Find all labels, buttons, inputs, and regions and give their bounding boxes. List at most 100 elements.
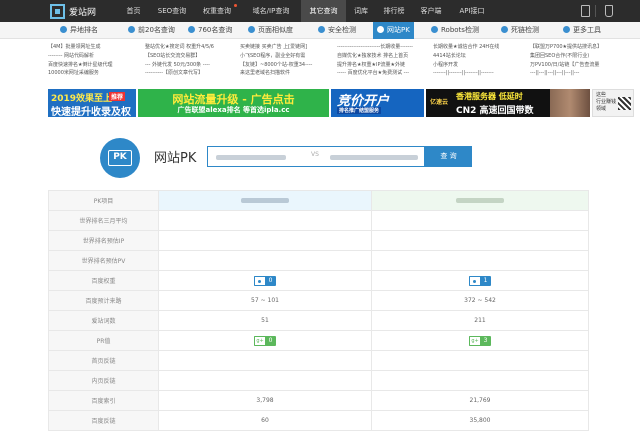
- row-label: 首页反链: [48, 350, 159, 371]
- banner-qr-ad[interactable]: 这些 行业赚钱 领域: [592, 89, 634, 117]
- mobile-icon[interactable]: [581, 5, 590, 17]
- brand-name: 爱站网: [69, 7, 97, 18]
- ad-link-column: 买卖链接 买卖广告 上[爱链网] 小飞SEO程序，副业全好有需 【友链】~8000个…: [240, 43, 312, 78]
- row-label: 内页反链: [48, 370, 159, 391]
- row-label: 百度预计来路: [48, 290, 159, 311]
- site-b-value: 372 ~ 542: [371, 290, 589, 311]
- site-a-input[interactable]: [216, 155, 286, 160]
- banner-brand: 亿速云: [430, 99, 449, 106]
- site-a-value: [158, 370, 372, 391]
- ad-link[interactable]: 4414站长论坛: [433, 52, 499, 61]
- ad-link-column: 整站优化★搜定词 权重升4/5/6 【SEO站长交流交易群】 --- 外链代发 50…: [145, 43, 214, 78]
- nav-item[interactable]: 客户端: [412, 0, 450, 22]
- ad-link[interactable]: 来这里老域名扫描软件: [240, 69, 312, 78]
- tool-nav-item[interactable]: 页面相似度: [248, 22, 293, 39]
- nav-item[interactable]: 排行榜: [376, 0, 412, 22]
- ad-link[interactable]: ----------【原创文章代写】: [145, 69, 214, 78]
- table-row: 首页反链: [48, 350, 589, 371]
- tool-nav-label: 网站PK: [387, 26, 410, 34]
- nav-item[interactable]: 其它查询: [301, 0, 346, 22]
- new-dot-icon: [234, 4, 237, 7]
- ad-link[interactable]: 提升排名★权重★IP流量★外链: [337, 61, 413, 70]
- tool-nav-item[interactable]: 760名查询: [188, 22, 232, 39]
- tool-nav-label: Robots检测: [441, 26, 479, 34]
- ad-link[interactable]: 小程序开发: [433, 61, 499, 70]
- pk-input-box[interactable]: VS: [207, 146, 425, 167]
- site-b-value: g+ 3: [371, 330, 589, 351]
- table-header-row: PK项目: [48, 190, 589, 211]
- tool-nav-item[interactable]: 更多工具: [563, 22, 601, 39]
- pr-badge[interactable]: g+ 0: [254, 335, 276, 346]
- logo-icon: [50, 3, 65, 19]
- banner-seo-promo[interactable]: 2019效果至上 推荐 快速提升收录及权重: [48, 89, 136, 117]
- ad-link[interactable]: -------||-------||-------||-------: [433, 69, 499, 78]
- main-nav: 首页 SEO查询 权重查询 域名/IP查询 其它查询 词库 排行榜 客户端 API接口: [116, 0, 494, 22]
- vs-label: VS: [311, 151, 319, 158]
- site-b-value: [371, 210, 589, 231]
- baidu-weight-badge[interactable]: 0: [254, 275, 276, 286]
- tool-nav-item[interactable]: 网站PK: [373, 22, 414, 39]
- ad-link[interactable]: 【联盟万P700★提供站搜讯息】: [530, 43, 602, 52]
- nav-item[interactable]: 权重查询: [193, 0, 241, 22]
- banner-bidding-ad[interactable]: 竞价开户 排名推广结盟服务: [331, 89, 424, 117]
- banner-traffic-ad[interactable]: 网站流量升级 - 广告点击 广告联盟alexa排名 等首选ipla.cc: [138, 89, 329, 117]
- tool-nav-item[interactable]: 安全检测: [318, 22, 356, 39]
- ad-link[interactable]: 百度快速排名★倒计星级代理: [48, 61, 112, 70]
- site-a-value: 57 ~ 101: [158, 290, 372, 311]
- nav-item[interactable]: API接口: [450, 0, 494, 22]
- site-b-value: [371, 370, 589, 391]
- nav-item[interactable]: SEO查询: [151, 0, 193, 22]
- tool-nav-label: 前20名查询: [138, 26, 175, 34]
- ad-link[interactable]: 【SEO站长交流交易群】: [145, 52, 214, 61]
- ad-link[interactable]: --- 外链代发 50元/300条 ----: [145, 61, 214, 70]
- row-label: 爱站词数: [48, 310, 159, 331]
- banner-server-ad[interactable]: 亿速云 香港服务器 低延时 CN2 高速回国带数: [426, 89, 590, 117]
- header-label: PK项目: [48, 190, 159, 211]
- ad-link[interactable]: 小飞SEO程序，副业全好有需: [240, 52, 312, 61]
- ad-link[interactable]: 长期收量★诚信合作 24H在线: [433, 43, 499, 52]
- site-b-input[interactable]: [330, 155, 418, 160]
- paw-icon: [254, 275, 265, 286]
- ad-link[interactable]: 【4M】批量领网址生成: [48, 43, 112, 52]
- tool-nav-item[interactable]: 死链检测: [501, 22, 539, 39]
- tool-nav-item[interactable]: 前20名查询: [128, 22, 175, 39]
- tool-nav-item[interactable]: Robots检测: [431, 22, 479, 39]
- site-a-value: 51: [158, 310, 372, 331]
- brand-logo[interactable]: 爱站网: [50, 3, 96, 19]
- ad-link[interactable]: ----- 百度优化平台★免费测试 ---: [337, 69, 413, 78]
- ad-link[interactable]: -------- 网站代码解析: [48, 52, 112, 61]
- row-label: 世界排名预估PV: [48, 250, 159, 271]
- ad-link-column: 长期收量★诚信合作 24H在线 4414站长论坛 小程序开发 -------||---…: [433, 43, 499, 78]
- page-icon: [248, 26, 255, 33]
- user-icon[interactable]: [605, 5, 613, 17]
- nav-item[interactable]: 首页: [116, 0, 151, 22]
- ad-link[interactable]: 【友链】~8000个站-权重34----: [240, 61, 312, 70]
- ad-link[interactable]: 集团回SEO合作(不限行业): [530, 52, 602, 61]
- query-button[interactable]: 查 询: [425, 146, 472, 167]
- table-row: 百度权重 0 1: [48, 270, 589, 291]
- banner-subline: CN2 高速回国带数: [456, 106, 534, 116]
- pr-badge[interactable]: g+ 3: [469, 335, 491, 346]
- ad-link[interactable]: 买卖链接 买卖广告 上[爱链网]: [240, 43, 312, 52]
- row-label: PR值: [48, 330, 159, 351]
- tool-nav-label: 异地排名: [70, 26, 98, 34]
- table-row: 世界排名预估PV: [48, 250, 589, 271]
- site-b-value: 21,769: [371, 390, 589, 411]
- row-label: 百度索引: [48, 390, 159, 411]
- tool-nav-item[interactable]: 异地排名: [60, 22, 98, 39]
- page-title: 网站PK: [154, 151, 197, 166]
- ad-link[interactable]: 自媒优化★独家技术 排名上首页: [337, 52, 413, 61]
- site-b-value: 1: [371, 270, 589, 291]
- nav-item[interactable]: 域名/IP查询: [241, 0, 301, 22]
- ad-link[interactable]: 10000米网址采编服务: [48, 69, 112, 78]
- ad-link[interactable]: 万PV100/日/站链【广告查流量: [530, 61, 602, 70]
- baidu-weight-badge[interactable]: 1: [469, 275, 491, 286]
- nav-item[interactable]: 词库: [346, 0, 376, 22]
- ad-link[interactable]: ------------------------长期收量-------: [337, 43, 413, 52]
- ad-link[interactable]: 整站优化★搜定词 权重升4/5/6: [145, 43, 214, 52]
- google-plus-icon: g+: [469, 335, 480, 346]
- ad-link[interactable]: ---||---||---||---||---||---: [530, 69, 602, 78]
- table-row: 百度预计来路 57 ~ 101 372 ~ 542: [48, 290, 589, 311]
- badge-value: 1: [480, 275, 491, 286]
- site-a-header: [158, 190, 372, 211]
